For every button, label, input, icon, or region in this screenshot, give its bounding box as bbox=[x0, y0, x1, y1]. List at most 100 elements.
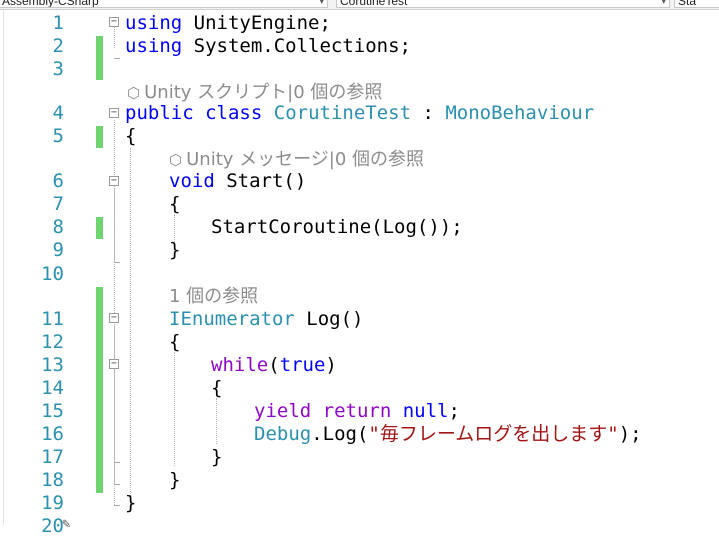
code-line-2[interactable]: using System.Collections; bbox=[125, 35, 411, 58]
codelens-start-refs[interactable]: ⬡ Unity メッセージ|0 個の参照 bbox=[169, 149, 424, 171]
code-line-12[interactable]: { bbox=[169, 331, 180, 354]
code-text: Log() bbox=[294, 308, 364, 330]
line-number: 8 bbox=[52, 216, 64, 238]
line-number: 10 bbox=[41, 263, 64, 285]
unity-cube-icon: ⬡ bbox=[169, 151, 183, 169]
code-line-11[interactable]: IEnumerator Log() bbox=[169, 308, 363, 331]
change-marker bbox=[96, 217, 103, 239]
keyword: using bbox=[125, 12, 183, 34]
code-line-8[interactable]: StartCoroutine(Log()); bbox=[211, 216, 463, 239]
unity-cube-icon: ⬡ bbox=[127, 84, 141, 102]
collapse-minus-icon[interactable]: − bbox=[109, 17, 119, 27]
type-name: IEnumerator bbox=[169, 308, 295, 330]
line-number: 14 bbox=[41, 377, 64, 399]
codelens-text: Unity メッセージ|0 個の参照 bbox=[186, 149, 425, 170]
code-text: ( bbox=[268, 354, 280, 376]
line-number: 17 bbox=[41, 446, 64, 468]
line-number: 7 bbox=[52, 193, 64, 215]
code-line-15[interactable]: yield return null; bbox=[254, 400, 460, 423]
code-line-6[interactable]: void Start() bbox=[169, 170, 306, 193]
indent-guide bbox=[174, 214, 175, 242]
code-line-14[interactable]: { bbox=[211, 377, 222, 400]
type-name: CorutineTest bbox=[273, 102, 412, 124]
code-line-17[interactable]: } bbox=[211, 446, 222, 469]
outline-guide bbox=[114, 372, 115, 462]
type-name: MonoBehaviour bbox=[445, 102, 595, 124]
outline-guide bbox=[114, 24, 115, 48]
code-text: .Log( bbox=[311, 423, 369, 445]
code-text: : bbox=[411, 102, 446, 124]
code-text: ); bbox=[618, 423, 642, 445]
code-line-19[interactable]: } bbox=[125, 492, 136, 515]
collapse-minus-icon[interactable]: − bbox=[109, 313, 119, 323]
code-text: ) bbox=[325, 354, 337, 376]
edit-pencil-icon: ✎ bbox=[62, 516, 71, 532]
codelens-class-refs[interactable]: ⬡ Unity スクリプト|0 個の参照 bbox=[127, 82, 382, 104]
keyword: class bbox=[205, 102, 263, 124]
change-marker bbox=[96, 287, 103, 493]
keyword: true bbox=[279, 354, 326, 376]
member-dropdown-label: Sta bbox=[678, 0, 697, 8]
navigation-bar: Assembly-CSharp ▾ CorutineTest ▾ Sta bbox=[0, 0, 719, 10]
control-keyword: yield return bbox=[254, 400, 392, 422]
collapse-minus-icon[interactable]: − bbox=[109, 176, 119, 186]
member-dropdown[interactable]: Sta bbox=[674, 0, 719, 8]
outline-guide-end bbox=[114, 484, 120, 485]
line-number: 4 bbox=[52, 102, 64, 124]
editor-margin-line bbox=[3, 10, 4, 525]
keyword: public bbox=[125, 102, 194, 124]
line-number: 19 bbox=[41, 492, 64, 514]
chevron-down-icon: ▾ bbox=[319, 0, 324, 6]
code-line-16[interactable]: Debug.Log("毎フレームログを出します"); bbox=[254, 423, 642, 446]
collapse-minus-icon[interactable]: − bbox=[109, 359, 119, 369]
string-literal: "毎フレームログを出します" bbox=[368, 423, 619, 445]
indent-guide bbox=[130, 148, 131, 504]
line-number: 5 bbox=[52, 125, 64, 147]
code-line-1[interactable]: using UnityEngine; bbox=[125, 12, 331, 35]
line-number: 15 bbox=[41, 400, 64, 422]
code-line-4[interactable]: public class CorutineTest : MonoBehaviou… bbox=[125, 102, 594, 125]
outline-guide-end bbox=[114, 505, 120, 506]
code-text: ; bbox=[448, 400, 460, 422]
line-number: 2 bbox=[52, 35, 64, 57]
project-dropdown-label: Assembly-CSharp bbox=[2, 0, 99, 8]
codelens-text: Unity スクリプト|0 個の参照 bbox=[144, 82, 383, 103]
code-line-18[interactable]: } bbox=[169, 469, 180, 492]
line-number: 1 bbox=[52, 12, 64, 34]
control-keyword: while bbox=[211, 354, 269, 376]
line-number: 9 bbox=[52, 239, 64, 261]
class-dropdown[interactable]: CorutineTest ▾ bbox=[336, 0, 670, 8]
line-number: 20 bbox=[41, 515, 64, 537]
line-number: 6 bbox=[52, 170, 64, 192]
collapse-minus-icon[interactable]: − bbox=[109, 108, 119, 118]
code-line-7[interactable]: { bbox=[169, 193, 180, 216]
code-line-9[interactable]: } bbox=[169, 239, 180, 262]
class-dropdown-label: CorutineTest bbox=[340, 0, 408, 8]
line-number: 11 bbox=[41, 308, 64, 330]
outline-guide-end bbox=[114, 262, 120, 263]
code-line-5[interactable]: { bbox=[125, 125, 136, 148]
change-marker bbox=[96, 36, 103, 80]
code-text: Start() bbox=[214, 170, 307, 192]
code-text: UnityEngine; bbox=[182, 12, 331, 34]
keyword: using bbox=[125, 35, 183, 57]
line-number: 3 bbox=[52, 58, 64, 80]
change-marker bbox=[96, 126, 103, 148]
line-number: 18 bbox=[41, 469, 64, 491]
project-dropdown[interactable]: Assembly-CSharp ▾ bbox=[0, 0, 328, 8]
line-number: 12 bbox=[41, 331, 64, 353]
keyword: void bbox=[169, 170, 215, 192]
outline-guide bbox=[114, 188, 115, 262]
line-number: 13 bbox=[41, 354, 64, 376]
type-name: Debug bbox=[254, 423, 312, 445]
keyword: null bbox=[402, 400, 449, 422]
indent-guide bbox=[216, 398, 217, 444]
indent-guide bbox=[174, 352, 175, 466]
codelens-log-refs[interactable]: 1 個の参照 bbox=[169, 286, 258, 308]
line-number: 16 bbox=[41, 423, 64, 445]
chevron-down-icon: ▾ bbox=[661, 0, 666, 6]
code-text: System.Collections; bbox=[182, 35, 411, 57]
code-line-13[interactable]: while(true) bbox=[211, 354, 337, 377]
outline-guide-end bbox=[114, 58, 120, 59]
outline-guide-end bbox=[114, 462, 120, 463]
